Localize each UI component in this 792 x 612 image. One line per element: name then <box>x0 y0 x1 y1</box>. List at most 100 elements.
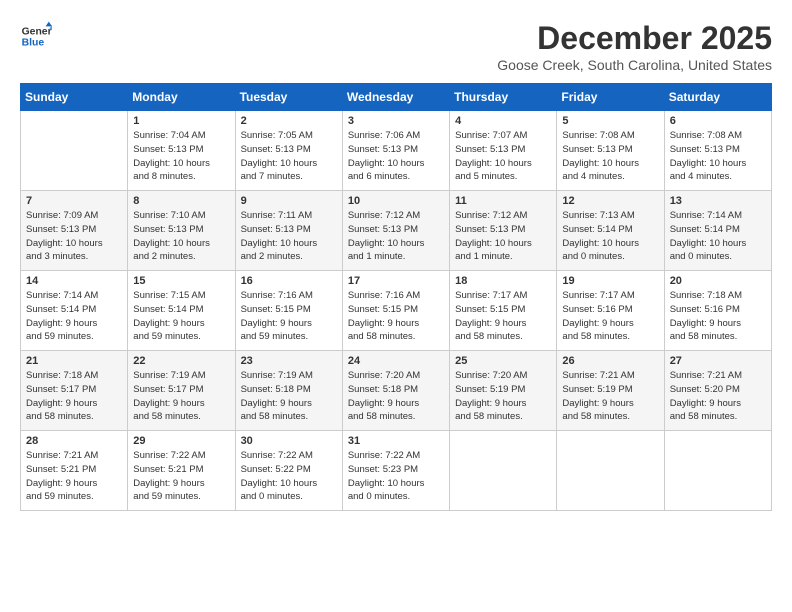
calendar-week-row: 7 Sunrise: 7:09 AM Sunset: 5:13 PM Daylig… <box>21 191 772 271</box>
calendar-cell: 16Sunrise: 7:16 AM Sunset: 5:15 PM Dayli… <box>235 271 342 351</box>
calendar-cell: 6 Sunrise: 7:08 AM Sunset: 5:13 PM Daylig… <box>664 111 771 191</box>
day-info: Sunrise: 7:07 AM Sunset: 5:13 PM Dayligh… <box>455 129 551 184</box>
day-info: Sunrise: 7:08 AM Sunset: 5:13 PM Dayligh… <box>670 129 766 184</box>
weekday-header-tuesday: Tuesday <box>235 84 342 111</box>
weekday-header-wednesday: Wednesday <box>342 84 449 111</box>
day-number: 21 <box>26 355 122 367</box>
calendar-cell: 13 Sunrise: 7:14 AM Sunset: 5:14 PM Dayli… <box>664 191 771 271</box>
day-info: Sunrise: 7:13 AM Sunset: 5:14 PM Dayligh… <box>562 209 658 264</box>
day-info: Sunrise: 7:20 AM Sunset: 5:19 PM Dayligh… <box>455 369 551 424</box>
calendar-cell <box>21 111 128 191</box>
calendar-cell: 15 Sunrise: 7:15 AM Sunset: 5:14 PM Dayli… <box>128 271 235 351</box>
calendar-cell: 28 Sunrise: 7:21 AM Sunset: 5:21 PM Dayli… <box>21 431 128 511</box>
calendar-cell: 31 Sunrise: 7:22 AM Sunset: 5:23 PM Dayli… <box>342 431 449 511</box>
weekday-header-sunday: Sunday <box>21 84 128 111</box>
title-section: December 2025 Goose Creek, South Carolin… <box>497 20 772 73</box>
day-number: 1 <box>133 115 229 127</box>
day-info: Sunrise: 7:18 AM Sunset: 5:16 PM Dayligh… <box>670 289 766 344</box>
day-info: Sunrise: 7:21 AM Sunset: 5:19 PM Dayligh… <box>562 369 658 424</box>
day-number: 30 <box>241 435 337 447</box>
calendar-cell: 20 Sunrise: 7:18 AM Sunset: 5:16 PM Dayli… <box>664 271 771 351</box>
day-info: Sunrise: 7:09 AM Sunset: 5:13 PM Dayligh… <box>26 209 122 264</box>
day-number: 22 <box>133 355 229 367</box>
calendar-cell <box>664 431 771 511</box>
day-info: Sunrise: 7:20 AM Sunset: 5:18 PM Dayligh… <box>348 369 444 424</box>
day-info: Sunrise: 7:19 AM Sunset: 5:18 PM Dayligh… <box>241 369 337 424</box>
calendar-cell: 27Sunrise: 7:21 AM Sunset: 5:20 PM Dayli… <box>664 351 771 431</box>
calendar-cell: 23Sunrise: 7:19 AM Sunset: 5:18 PM Dayli… <box>235 351 342 431</box>
day-info: Sunrise: 7:11 AM Sunset: 5:13 PM Dayligh… <box>241 209 337 264</box>
day-info: Sunrise: 7:16 AM Sunset: 5:15 PM Dayligh… <box>241 289 337 344</box>
page-header: General Blue December 2025 Goose Creek, … <box>20 20 772 73</box>
day-info: Sunrise: 7:21 AM Sunset: 5:21 PM Dayligh… <box>26 449 122 504</box>
day-info: Sunrise: 7:21 AM Sunset: 5:20 PM Dayligh… <box>670 369 766 424</box>
day-info: Sunrise: 7:15 AM Sunset: 5:14 PM Dayligh… <box>133 289 229 344</box>
calendar-cell: 4 Sunrise: 7:07 AM Sunset: 5:13 PM Daylig… <box>450 111 557 191</box>
day-number: 25 <box>455 355 551 367</box>
calendar-cell: 7 Sunrise: 7:09 AM Sunset: 5:13 PM Daylig… <box>21 191 128 271</box>
day-number: 7 <box>26 195 122 207</box>
day-info: Sunrise: 7:18 AM Sunset: 5:17 PM Dayligh… <box>26 369 122 424</box>
calendar-cell: 26 Sunrise: 7:21 AM Sunset: 5:19 PM Dayli… <box>557 351 664 431</box>
day-number: 26 <box>562 355 658 367</box>
svg-text:Blue: Blue <box>22 38 45 49</box>
day-info: Sunrise: 7:12 AM Sunset: 5:13 PM Dayligh… <box>455 209 551 264</box>
calendar-cell: 19 Sunrise: 7:17 AM Sunset: 5:16 PM Dayli… <box>557 271 664 351</box>
day-number: 4 <box>455 115 551 127</box>
logo: General Blue <box>20 20 52 52</box>
calendar-cell: 24 Sunrise: 7:20 AM Sunset: 5:18 PM Dayli… <box>342 351 449 431</box>
calendar-week-row: 1 Sunrise: 7:04 AM Sunset: 5:13 PM Daylig… <box>21 111 772 191</box>
logo-icon: General Blue <box>20 20 52 52</box>
calendar-cell: 21 Sunrise: 7:18 AM Sunset: 5:17 PM Dayli… <box>21 351 128 431</box>
day-number: 20 <box>670 275 766 287</box>
day-number: 6 <box>670 115 766 127</box>
calendar-cell: 17Sunrise: 7:16 AM Sunset: 5:15 PM Dayli… <box>342 271 449 351</box>
location-subtitle: Goose Creek, South Carolina, United Stat… <box>497 57 772 73</box>
day-number: 31 <box>348 435 444 447</box>
calendar-cell: 5Sunrise: 7:08 AM Sunset: 5:13 PM Daylig… <box>557 111 664 191</box>
day-number: 8 <box>133 195 229 207</box>
calendar-cell: 29 Sunrise: 7:22 AM Sunset: 5:21 PM Dayli… <box>128 431 235 511</box>
calendar-cell <box>557 431 664 511</box>
day-number: 10 <box>348 195 444 207</box>
day-number: 3 <box>348 115 444 127</box>
day-info: Sunrise: 7:22 AM Sunset: 5:23 PM Dayligh… <box>348 449 444 504</box>
calendar-cell: 12 Sunrise: 7:13 AM Sunset: 5:14 PM Dayli… <box>557 191 664 271</box>
weekday-header-thursday: Thursday <box>450 84 557 111</box>
day-number: 29 <box>133 435 229 447</box>
calendar-week-row: 21 Sunrise: 7:18 AM Sunset: 5:17 PM Dayli… <box>21 351 772 431</box>
day-info: Sunrise: 7:22 AM Sunset: 5:21 PM Dayligh… <box>133 449 229 504</box>
calendar-cell: 22Sunrise: 7:19 AM Sunset: 5:17 PM Dayli… <box>128 351 235 431</box>
weekday-header-monday: Monday <box>128 84 235 111</box>
weekday-header-row: SundayMondayTuesdayWednesdayThursdayFrid… <box>21 84 772 111</box>
day-info: Sunrise: 7:10 AM Sunset: 5:13 PM Dayligh… <box>133 209 229 264</box>
calendar-cell: 30Sunrise: 7:22 AM Sunset: 5:22 PM Dayli… <box>235 431 342 511</box>
day-number: 12 <box>562 195 658 207</box>
svg-text:General: General <box>22 26 52 37</box>
day-number: 13 <box>670 195 766 207</box>
day-number: 5 <box>562 115 658 127</box>
day-info: Sunrise: 7:17 AM Sunset: 5:16 PM Dayligh… <box>562 289 658 344</box>
day-info: Sunrise: 7:04 AM Sunset: 5:13 PM Dayligh… <box>133 129 229 184</box>
day-number: 28 <box>26 435 122 447</box>
month-title: December 2025 <box>497 20 772 57</box>
day-number: 18 <box>455 275 551 287</box>
weekday-header-saturday: Saturday <box>664 84 771 111</box>
day-info: Sunrise: 7:17 AM Sunset: 5:15 PM Dayligh… <box>455 289 551 344</box>
day-number: 15 <box>133 275 229 287</box>
day-info: Sunrise: 7:14 AM Sunset: 5:14 PM Dayligh… <box>670 209 766 264</box>
calendar-week-row: 14Sunrise: 7:14 AM Sunset: 5:14 PM Dayli… <box>21 271 772 351</box>
calendar-week-row: 28 Sunrise: 7:21 AM Sunset: 5:21 PM Dayli… <box>21 431 772 511</box>
day-number: 24 <box>348 355 444 367</box>
day-info: Sunrise: 7:12 AM Sunset: 5:13 PM Dayligh… <box>348 209 444 264</box>
day-number: 19 <box>562 275 658 287</box>
day-info: Sunrise: 7:05 AM Sunset: 5:13 PM Dayligh… <box>241 129 337 184</box>
day-number: 17 <box>348 275 444 287</box>
calendar-table: SundayMondayTuesdayWednesdayThursdayFrid… <box>20 83 772 511</box>
weekday-header-friday: Friday <box>557 84 664 111</box>
calendar-cell: 14Sunrise: 7:14 AM Sunset: 5:14 PM Dayli… <box>21 271 128 351</box>
calendar-cell: 18 Sunrise: 7:17 AM Sunset: 5:15 PM Dayli… <box>450 271 557 351</box>
day-number: 9 <box>241 195 337 207</box>
calendar-cell: 9 Sunrise: 7:11 AM Sunset: 5:13 PM Daylig… <box>235 191 342 271</box>
calendar-cell: 2Sunrise: 7:05 AM Sunset: 5:13 PM Daylig… <box>235 111 342 191</box>
